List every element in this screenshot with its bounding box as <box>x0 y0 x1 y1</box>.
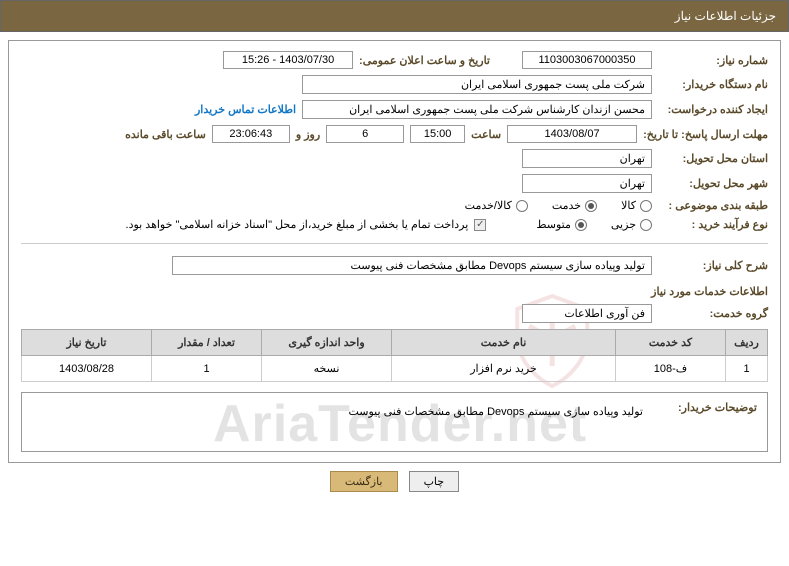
radio-goods-service[interactable]: کالا/خدمت <box>465 199 528 212</box>
deadline-date-field: 1403/08/07 <box>507 125 637 143</box>
time-label: ساعت <box>471 128 501 141</box>
days-label: روز و <box>296 128 320 141</box>
page-header: جزئیات اطلاعات نیاز <box>0 0 789 32</box>
summary-field: تولید وپیاده سازی سیستم Devops مطابق مشخ… <box>172 256 652 275</box>
buyer-org-label: نام دستگاه خریدار: <box>658 78 768 91</box>
row-summary: شرح کلی نیاز: تولید وپیاده سازی سیستم De… <box>21 256 768 275</box>
requester-label: ایجاد کننده درخواست: <box>658 103 768 116</box>
cell-name: خرید نرم افزار <box>392 356 616 382</box>
print-button[interactable]: چاپ <box>409 471 460 492</box>
buyer-notes-label: توضیحات خریدار: <box>657 401 757 414</box>
cell-row: 1 <box>726 356 768 382</box>
radio-goods[interactable]: کالا <box>621 199 652 212</box>
row-buyer-org: نام دستگاه خریدار: شرکت ملی پست جمهوری ا… <box>21 75 768 94</box>
divider <box>21 243 768 244</box>
button-row: چاپ بازگشت <box>0 471 789 492</box>
radio-partial[interactable]: جزیی <box>611 218 652 231</box>
cell-code: ف-108 <box>616 356 726 382</box>
row-requester: ایجاد کننده درخواست: محسن ازندان کارشناس… <box>21 100 768 119</box>
announce-field: 1403/07/30 - 15:26 <box>223 51 353 69</box>
buyer-notes-box: توضیحات خریدار: تولید وپیاده سازی سیستم … <box>21 392 768 452</box>
requester-field: محسن ازندان کارشناس شرکت ملی پست جمهوری … <box>302 100 652 119</box>
row-need-number: شماره نیاز: 1103003067000350 تاریخ و ساع… <box>21 51 768 69</box>
city-field: تهران <box>522 174 652 193</box>
buyer-org-field: شرکت ملی پست جمهوری اسلامی ایران <box>302 75 652 94</box>
summary-label: شرح کلی نیاز: <box>658 259 768 272</box>
row-category: طبقه بندی موضوعی : کالا خدمت کالا/خدمت <box>21 199 768 212</box>
category-label: طبقه بندی موضوعی : <box>658 199 768 212</box>
radio-medium[interactable]: متوسط <box>536 218 587 231</box>
services-table: ردیف کد خدمت نام خدمت واحد اندازه گیری ت… <box>21 329 768 382</box>
row-process: نوع فرآیند خرید : جزیی متوسط ✓ پرداخت تم… <box>21 218 768 231</box>
page-title: جزئیات اطلاعات نیاز <box>675 9 776 23</box>
buyer-notes-text: تولید وپیاده سازی سیستم Devops مطابق مشخ… <box>32 401 647 422</box>
th-qty: تعداد / مقدار <box>152 330 262 356</box>
buyer-contact-link[interactable]: اطلاعات تماس خریدار <box>195 103 296 116</box>
th-unit: واحد اندازه گیری <box>262 330 392 356</box>
services-info-label: اطلاعات خدمات مورد نیاز <box>21 285 768 298</box>
service-group-label: گروه خدمت: <box>658 307 768 320</box>
countdown-field: 23:06:43 <box>212 125 290 143</box>
cell-unit: نسخه <box>262 356 392 382</box>
th-row: ردیف <box>726 330 768 356</box>
deadline-time-field: 15:00 <box>410 125 465 143</box>
form-panel: AriaTender.net شماره نیاز: 1103003067000… <box>8 40 781 463</box>
cell-date: 1403/08/28 <box>22 356 152 382</box>
table-row: 1 ف-108 خرید نرم افزار نسخه 1 1403/08/28 <box>22 356 768 382</box>
row-province: استان محل تحویل: تهران <box>21 149 768 168</box>
row-deadline: مهلت ارسال پاسخ: تا تاریخ: 1403/08/07 سا… <box>21 125 768 143</box>
th-name: نام خدمت <box>392 330 616 356</box>
row-service-group: گروه خدمت: فن آوری اطلاعات <box>21 304 768 323</box>
announce-label: تاریخ و ساعت اعلان عمومی: <box>359 54 490 67</box>
deadline-label: مهلت ارسال پاسخ: تا تاریخ: <box>643 128 768 141</box>
cell-qty: 1 <box>152 356 262 382</box>
th-date: تاریخ نیاز <box>22 330 152 356</box>
province-label: استان محل تحویل: <box>658 152 768 165</box>
need-number-field: 1103003067000350 <box>522 51 652 69</box>
radio-service[interactable]: خدمت <box>552 199 597 212</box>
province-field: تهران <box>522 149 652 168</box>
treasury-checkbox[interactable]: ✓ <box>474 219 486 231</box>
remaining-label: ساعت باقی مانده <box>125 128 206 141</box>
need-number-label: شماره نیاز: <box>658 54 768 67</box>
th-code: کد خدمت <box>616 330 726 356</box>
process-label: نوع فرآیند خرید : <box>658 218 768 231</box>
row-city: شهر محل تحویل: تهران <box>21 174 768 193</box>
payment-note: پرداخت تمام یا بخشی از مبلغ خرید،از محل … <box>126 218 469 231</box>
back-button[interactable]: بازگشت <box>330 471 398 492</box>
service-group-field: فن آوری اطلاعات <box>522 304 652 323</box>
city-label: شهر محل تحویل: <box>658 177 768 190</box>
days-remaining-field: 6 <box>326 125 404 143</box>
